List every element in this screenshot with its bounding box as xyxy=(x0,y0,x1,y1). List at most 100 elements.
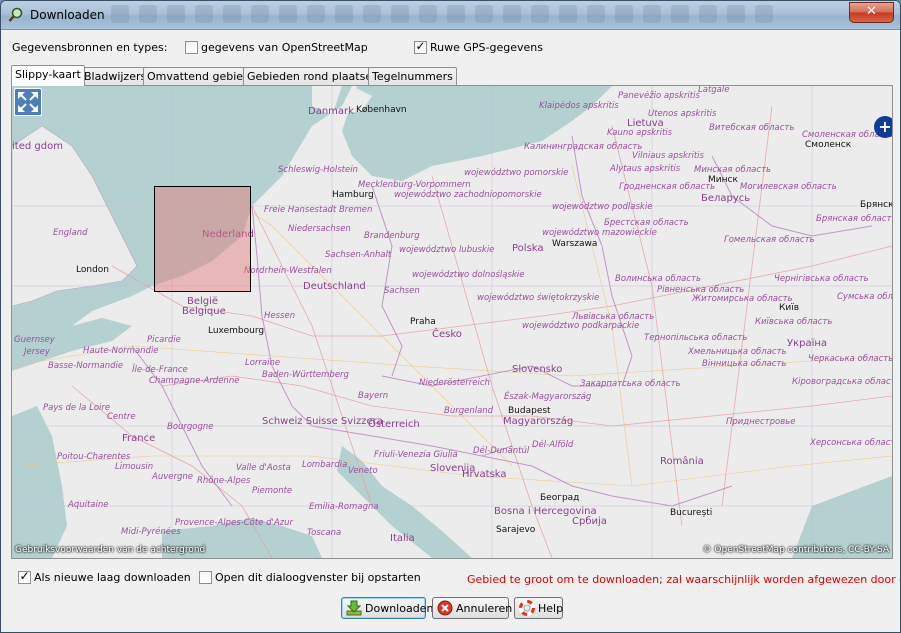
map-label: Беларусь xyxy=(701,193,751,204)
download-area-selection[interactable] xyxy=(154,186,251,292)
cancel-button[interactable]: Annuleren xyxy=(432,597,512,619)
map-label: Aquitaine xyxy=(68,500,109,510)
tab-bounding-box[interactable]: Omvattend gebied xyxy=(143,67,255,85)
map-label: Брянск xyxy=(860,200,893,210)
zoom-in-icon[interactable]: + xyxy=(874,116,892,138)
map-label: Kauno apskritis xyxy=(607,128,673,138)
close-button[interactable]: ✕ xyxy=(849,2,894,23)
background-terms-link[interactable]: Gebruiksvoorwaarden van de achtergrond xyxy=(15,545,205,555)
map-label: København xyxy=(356,105,407,115)
map-label: Champagne-Ardenne xyxy=(149,376,240,386)
map-label: Auvergne xyxy=(152,472,193,482)
gps-data-checkbox[interactable]: ✓ xyxy=(414,39,427,54)
map-label: Брянская область xyxy=(816,214,893,224)
map-label: Slovenija xyxy=(430,463,476,474)
map-label: Hamburg xyxy=(332,190,374,200)
map-label: Italia xyxy=(390,533,415,544)
map-label: Warszawa xyxy=(552,239,598,249)
tab-bookmarks[interactable]: Bladwijzers xyxy=(80,67,151,85)
map-label: Волинська область xyxy=(615,274,701,284)
map-label: Niederösterreich xyxy=(419,378,490,388)
map-label: Haute-Normandie xyxy=(83,346,159,356)
new-layer-label[interactable]: Als nieuwe laag downloaden xyxy=(34,571,191,584)
cancel-icon xyxy=(437,600,453,616)
map-label: Deutschland xyxy=(303,281,366,292)
map-label: województwo podkarpackie xyxy=(522,321,640,331)
map-label: Vilniaus apskritis xyxy=(632,151,704,161)
magnifier-icon xyxy=(8,7,24,23)
map-label: ited gdom xyxy=(12,141,63,152)
open-on-startup-checkbox[interactable] xyxy=(199,571,212,584)
map-label: Luxembourg xyxy=(208,326,265,336)
tab-slippy-map[interactable]: Slippy-kaart xyxy=(11,65,85,86)
map-label: Veneto xyxy=(348,466,378,476)
map-label: Latgale xyxy=(698,85,730,95)
area-too-large-warning: Gebied te groot om te downloaden; zal wa… xyxy=(467,573,900,586)
map-label: Чернігівська область xyxy=(774,274,869,284)
map-label: Panevėžio apskritis xyxy=(618,91,700,101)
map-label: România xyxy=(660,456,704,467)
tab-areas-around-places[interactable]: Gebieden rond plaatsen xyxy=(243,67,384,85)
map-label: Кіровоградська област xyxy=(792,377,893,387)
map-label: Hessen xyxy=(264,311,296,321)
map-label: Danmark xyxy=(308,106,354,117)
osm-data-checkbox[interactable] xyxy=(185,41,198,54)
help-button[interactable]: Help xyxy=(514,597,563,619)
open-on-startup-label[interactable]: Open dit dialoogvenster bij opstarten xyxy=(215,571,421,584)
osm-data-label[interactable]: gegevens van OpenStreetMap xyxy=(201,41,368,54)
map-label: Dél-Dunántúl xyxy=(473,446,530,456)
download-button[interactable]: Downloaden xyxy=(341,597,433,619)
sources-label: Gegevensbronnen en types: xyxy=(12,41,168,54)
map-label: Sarajevo xyxy=(496,525,536,535)
osm-attribution[interactable]: © OpenStreetMap contributors, CC-BY-SA xyxy=(703,545,889,555)
map-label: Rhône-Alpes xyxy=(197,476,251,486)
map-label: Alytaus apskritis xyxy=(610,164,681,174)
map-label: Piemonte xyxy=(252,486,293,496)
download-dialog: Downloaden ✕ Gegevensbronnen en types: g… xyxy=(0,0,901,633)
map-label: Limousin xyxy=(115,462,154,472)
map-label: województwo mazowieckie xyxy=(542,228,657,238)
map-label: Львівська область xyxy=(572,312,655,322)
map-label: Україна xyxy=(787,338,828,349)
map-label: Belgique xyxy=(182,306,226,317)
background-toolbar xyxy=(111,5,773,25)
map-label: Хмельницька область xyxy=(688,347,787,357)
gps-check-mark: ✓ xyxy=(415,39,426,53)
new-layer-check-mark: ✓ xyxy=(19,569,30,583)
map-label: London xyxy=(76,265,109,275)
gps-data-label[interactable]: Ruwe GPS-gegevens xyxy=(430,41,543,54)
map-label: województwo zachodniopomorskie xyxy=(394,190,542,200)
map-label: Витебская область xyxy=(709,123,795,133)
map-label: Sachsen-Anhalt xyxy=(325,250,392,260)
map-label: Lombardia xyxy=(302,460,348,470)
map-label: Guernsey xyxy=(14,335,55,345)
map-label: Сумська обла xyxy=(837,292,893,302)
window-title: Downloaden xyxy=(30,8,105,22)
fullscreen-toggle[interactable] xyxy=(14,88,42,116)
map-label: București xyxy=(670,508,713,518)
slippy-map[interactable]: København Danmark London ited gdom Engla… xyxy=(11,85,893,559)
map-label: Jersey xyxy=(24,347,50,357)
map-label: Смоленск xyxy=(805,140,852,150)
map-label: Poitou-Charentes xyxy=(57,452,131,462)
tab-tile-numbers[interactable]: Tegelnummers xyxy=(368,67,457,85)
map-label: Česko xyxy=(432,329,462,340)
map-label: Centre xyxy=(107,412,136,422)
new-layer-checkbox[interactable]: ✓ xyxy=(18,569,31,584)
map-label: Минская область xyxy=(694,165,771,175)
map-label: Брестская область xyxy=(604,218,689,228)
map-label: Friuli-Venezia Giulia xyxy=(374,450,458,460)
map-label: Могилевская область xyxy=(740,182,837,192)
map-label: Pays de la Loire xyxy=(43,403,111,413)
map-label: Praha xyxy=(410,317,436,327)
map-label: Bayern xyxy=(358,391,389,401)
map-label: Bosna i Hercegovina xyxy=(494,506,597,517)
title-bar[interactable]: Downloaden ✕ xyxy=(1,1,900,30)
map-label: Klaipėdos apskritis xyxy=(539,101,619,111)
map-label: Basse-Normandie xyxy=(48,361,124,371)
map-label: Magyarország xyxy=(503,416,574,427)
map-label: France xyxy=(122,433,156,444)
map-label: Гродненская область xyxy=(619,182,716,192)
map-label: Sachsen xyxy=(384,286,420,296)
map-label: Emilia-Romagna xyxy=(309,502,379,512)
